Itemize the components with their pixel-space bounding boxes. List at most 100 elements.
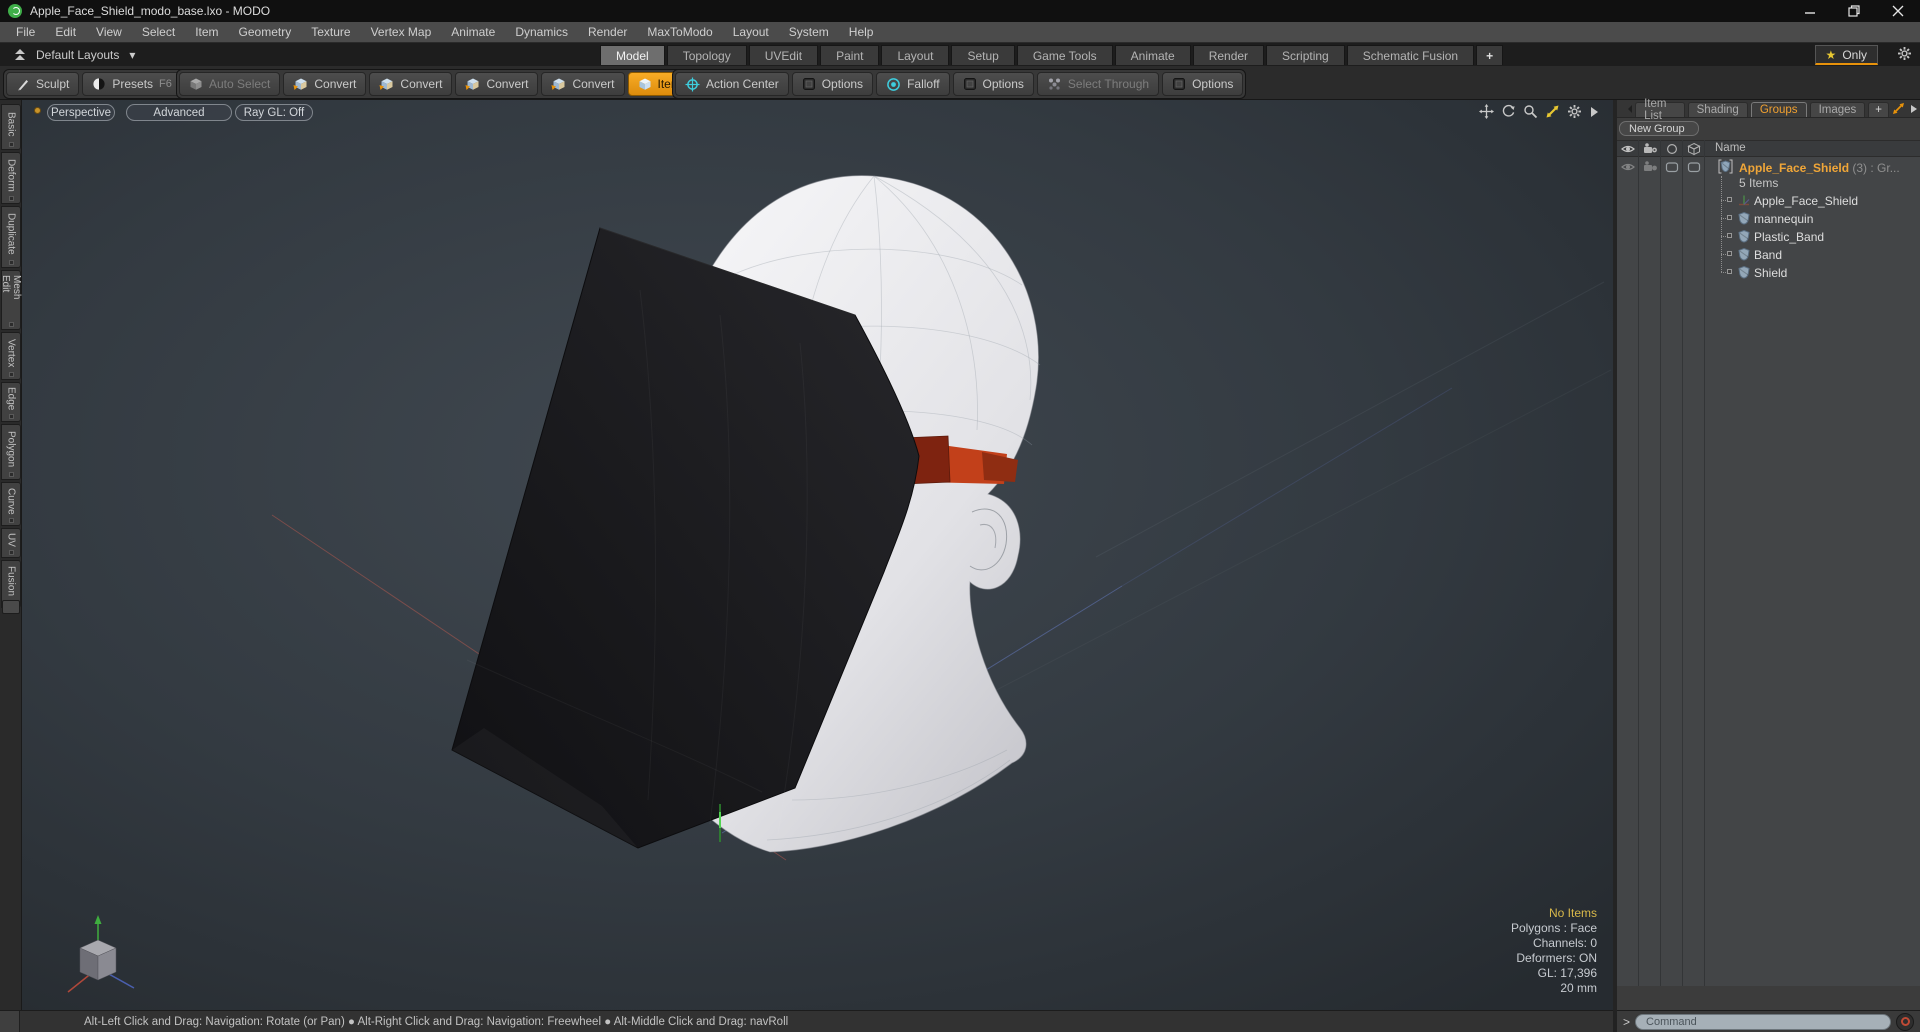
shading-mode-button[interactable]: Advanced	[126, 104, 232, 121]
option-box[interactable]	[9, 518, 14, 523]
presets-button[interactable]: Presets F6	[82, 72, 182, 96]
tree-node-handle[interactable]	[1727, 197, 1732, 202]
default-layouts-button[interactable]: Default Layouts ▾	[8, 45, 141, 64]
tab-item-list[interactable]: Item List	[1635, 98, 1685, 122]
falloff-button[interactable]: Falloff	[876, 72, 950, 96]
tab-topology[interactable]: Topology	[666, 45, 747, 65]
locator-column-icon[interactable]	[1665, 142, 1679, 156]
menu-geometry[interactable]: Geometry	[229, 25, 302, 39]
group-row[interactable]: Apple_Face_Shield (3) : Gr...	[1739, 161, 1900, 175]
group-toggle-box[interactable]	[1687, 160, 1701, 174]
menu-view[interactable]: View	[86, 25, 132, 39]
status-corner-handle[interactable]	[0, 1011, 20, 1032]
option-box[interactable]	[9, 322, 14, 327]
falloff-options-button[interactable]: Options	[952, 72, 1034, 96]
left-tab-edge[interactable]: Edge	[1, 382, 21, 422]
select-through-options-button[interactable]: Options	[1162, 72, 1244, 96]
left-tab-vertex[interactable]: Vertex	[1, 332, 21, 380]
menu-item[interactable]: Item	[185, 25, 228, 39]
action-center-button[interactable]: Action Center	[675, 72, 789, 96]
tab-groups[interactable]: Groups	[1750, 102, 1807, 117]
tab-paint[interactable]: Paint	[820, 45, 880, 65]
pan-icon[interactable]	[1479, 104, 1494, 119]
convert-edges-button[interactable]: Convert	[369, 72, 453, 96]
left-tab-curve[interactable]: Curve	[1, 482, 21, 526]
collapse-left-icon[interactable]	[1627, 104, 1633, 114]
close-button[interactable]	[1876, 0, 1920, 22]
tab-shading[interactable]: Shading	[1687, 102, 1748, 117]
perspective-button[interactable]: Perspective	[47, 104, 115, 121]
group-render-toggle[interactable]	[1643, 160, 1657, 174]
left-tab-duplicate[interactable]: Duplicate	[1, 206, 21, 268]
add-panel-tab-button[interactable]: +	[1868, 102, 1889, 117]
menu-layout[interactable]: Layout	[723, 25, 779, 39]
tree-node-handle[interactable]	[1727, 215, 1732, 220]
tab-game-tools[interactable]: Game Tools	[1016, 45, 1113, 65]
group-toggle-box[interactable]	[1665, 160, 1679, 174]
rotate-icon[interactable]	[1501, 104, 1516, 119]
viewport-3d-scene[interactable]	[22, 100, 1613, 1010]
sculpt-button[interactable]: Sculpt	[6, 72, 80, 96]
viewport-3d[interactable]: Perspective Advanced Ray GL: Off No Item…	[22, 100, 1613, 1010]
option-box[interactable]	[9, 414, 14, 419]
tab-setup[interactable]: Setup	[951, 45, 1015, 65]
menu-file[interactable]: File	[6, 25, 45, 39]
panel-more-icon[interactable]	[1910, 104, 1918, 114]
render-camera-icon[interactable]	[1643, 142, 1657, 156]
convert-vertices-button[interactable]: Convert	[283, 72, 367, 96]
left-tab-polygon[interactable]: Polygon	[1, 424, 21, 480]
menu-render[interactable]: Render	[578, 25, 637, 39]
only-toggle-button[interactable]: ★ Only	[1814, 45, 1878, 65]
name-column-header[interactable]: Name	[1715, 142, 1746, 154]
menu-edit[interactable]: Edit	[45, 25, 86, 39]
tree-node-handle[interactable]	[1727, 269, 1732, 274]
command-input[interactable]	[1635, 1013, 1891, 1030]
tab-render[interactable]: Render	[1192, 45, 1265, 65]
tab-scripting[interactable]: Scripting	[1266, 45, 1345, 65]
auto-select-button[interactable]: Auto Select	[179, 72, 281, 96]
gear-icon[interactable]	[1897, 46, 1912, 66]
zoom-icon[interactable]	[1523, 104, 1538, 119]
menu-animate[interactable]: Animate	[441, 25, 505, 39]
tab-model[interactable]: Model	[600, 45, 665, 65]
tree-item-apple-face-shield[interactable]: Apple_Face_Shield	[1754, 194, 1858, 208]
tree-node-handle[interactable]	[1727, 233, 1732, 238]
option-box[interactable]	[9, 550, 14, 555]
menu-maxtomodo[interactable]: MaxToModo	[637, 25, 722, 39]
menu-texture[interactable]: Texture	[301, 25, 360, 39]
left-tab-uv[interactable]: UV	[1, 528, 21, 558]
mesh-column-icon[interactable]	[1687, 142, 1701, 156]
group-visibility-toggle[interactable]	[1621, 160, 1635, 174]
add-layout-tab-button[interactable]: +	[1476, 45, 1504, 65]
tab-schematic-fusion[interactable]: Schematic Fusion	[1346, 45, 1475, 65]
option-box[interactable]	[9, 472, 14, 477]
new-group-button[interactable]: New Group	[1619, 121, 1699, 136]
panel-handle[interactable]	[2, 600, 20, 614]
gear-icon[interactable]	[1567, 104, 1582, 119]
tree-item-mannequin[interactable]: mannequin	[1754, 212, 1813, 226]
expand-right-icon[interactable]	[1589, 106, 1599, 118]
left-tab-deform[interactable]: Deform	[1, 152, 21, 204]
left-tab-mesh-edit[interactable]: Mesh Edit	[0, 270, 22, 330]
restore-button[interactable]	[1832, 0, 1876, 22]
tab-layout[interactable]: Layout	[881, 45, 950, 65]
option-box[interactable]	[9, 260, 14, 265]
tree-node-handle[interactable]	[1727, 251, 1732, 256]
convert-polygons-button[interactable]: Convert	[455, 72, 539, 96]
record-macro-button[interactable]	[1896, 1012, 1914, 1031]
menu-help[interactable]: Help	[839, 25, 884, 39]
ray-gl-button[interactable]: Ray GL: Off	[235, 104, 313, 121]
option-box[interactable]	[9, 142, 14, 147]
minimize-button[interactable]	[1788, 0, 1832, 22]
tab-images[interactable]: Images	[1809, 102, 1866, 117]
menu-system[interactable]: System	[779, 25, 839, 39]
viewport-state-dot[interactable]	[34, 107, 41, 114]
option-box[interactable]	[9, 372, 14, 377]
tab-animate[interactable]: Animate	[1114, 45, 1191, 65]
menu-select[interactable]: Select	[132, 25, 185, 39]
tab-uvedit[interactable]: UVEdit	[748, 45, 819, 65]
pan-zoom-icon[interactable]	[1545, 104, 1560, 119]
tree-item-shield[interactable]: Shield	[1754, 266, 1787, 280]
tree-item-plastic-band[interactable]: Plastic_Band	[1754, 230, 1824, 244]
menu-dynamics[interactable]: Dynamics	[505, 25, 578, 39]
